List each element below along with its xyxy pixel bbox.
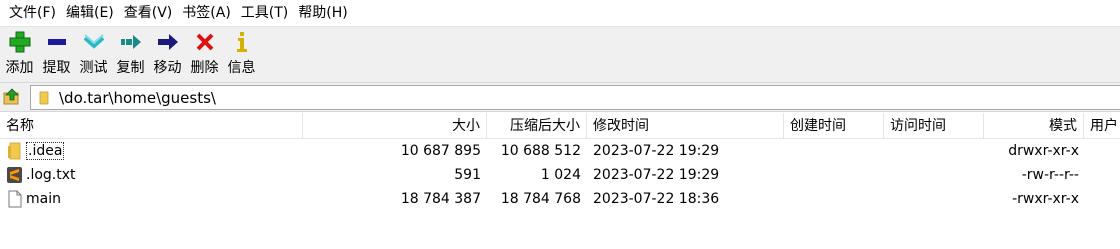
info-label: 信息 [227,60,256,76]
path-field[interactable]: \do.tar\home\guests\ [30,85,1120,110]
column-created[interactable]: 创建时间 [784,113,884,139]
file-row[interactable]: .log.txt 591 1 024 2023-07-22 19:29 -rw-… [0,163,1120,187]
add-icon [8,31,32,53]
column-name[interactable]: 名称 [0,113,303,139]
file-size: 18 784 387 [400,191,481,207]
test-icon [82,31,106,53]
add-label: 添加 [5,60,34,76]
file-name: .idea [26,142,65,160]
menu-bar: 文件(F) 编辑(E) 查看(V) 书签(A) 工具(T) 帮助(H) [0,0,1120,26]
move-button[interactable]: 移动 [149,27,186,83]
move-icon [156,31,180,53]
menu-file[interactable]: 文件(F) [4,0,61,26]
test-label: 测试 [79,60,108,76]
folder-icon [39,91,49,104]
file-modified: 2023-07-22 19:29 [593,167,720,183]
move-label: 移动 [153,60,182,76]
extract-icon [45,31,69,53]
delete-label: 删除 [190,60,219,76]
file-icon [8,190,22,208]
column-size[interactable]: 大小 [303,113,487,139]
file-list: .idea 10 687 895 10 688 512 2023-07-22 1… [0,139,1120,211]
column-mode[interactable]: 模式 [984,113,1084,139]
folder-icon [8,142,21,160]
column-packed-size[interactable]: 压缩后大小 [487,113,587,139]
file-row[interactable]: .idea 10 687 895 10 688 512 2023-07-22 1… [0,139,1120,163]
menu-edit[interactable]: 编辑(E) [61,0,119,26]
file-modified: 2023-07-22 18:36 [593,191,720,207]
sublime-text-icon [7,167,22,183]
up-folder-button[interactable] [2,87,22,107]
add-button[interactable]: 添加 [1,27,38,83]
column-header: 名称 大小 压缩后大小 修改时间 创建时间 访问时间 模式 用户 [0,113,1120,139]
copy-icon [119,31,143,53]
info-button[interactable]: 信息 [223,27,260,83]
menu-view[interactable]: 查看(V) [119,0,178,26]
file-mode: -rw-r--r-- [1021,167,1079,183]
file-packed-size: 10 688 512 [500,143,581,159]
test-button[interactable]: 测试 [75,27,112,83]
file-mode: drwxr-xr-x [1008,143,1079,159]
address-bar: \do.tar\home\guests\ [0,82,1120,112]
file-size: 10 687 895 [400,143,481,159]
file-packed-size: 18 784 768 [500,191,581,207]
file-packed-size: 1 024 [540,167,581,183]
path-text: \do.tar\home\guests\ [59,88,216,107]
file-size: 591 [454,167,481,183]
file-modified: 2023-07-22 19:29 [593,143,720,159]
delete-button[interactable]: 删除 [186,27,223,83]
menu-help[interactable]: 帮助(H) [293,0,352,26]
copy-label: 复制 [116,60,145,76]
info-icon [230,31,254,53]
file-name: .log.txt [26,167,76,183]
file-mode: -rwxr-xr-x [1012,191,1079,207]
copy-button[interactable]: 复制 [112,27,149,83]
file-name: main [26,191,61,207]
column-accessed[interactable]: 访问时间 [884,113,984,139]
toolbar: 添加 提取 测试 复制 移动 删除 信息 [0,26,1120,82]
menu-bookmarks[interactable]: 书签(A) [177,0,236,26]
column-user[interactable]: 用户 [1084,113,1120,139]
menu-tools[interactable]: 工具(T) [236,0,293,26]
up-folder-icon [3,88,19,105]
column-modified[interactable]: 修改时间 [587,113,784,139]
extract-label: 提取 [42,60,71,76]
file-row[interactable]: main 18 784 387 18 784 768 2023-07-22 18… [0,187,1120,211]
extract-button[interactable]: 提取 [38,27,75,83]
delete-icon [193,31,217,53]
